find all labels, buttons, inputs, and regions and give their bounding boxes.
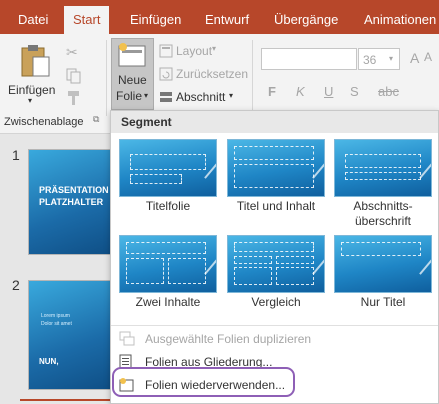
placeholder-box: [341, 242, 421, 256]
layout-caption: Titelfolie: [145, 199, 191, 213]
placeholder-box: [234, 242, 314, 252]
shrink-font-icon[interactable]: A: [424, 50, 432, 64]
new-slide-icon: [118, 43, 146, 67]
menu-item-duplicate-slides[interactable]: Ausgewählte Folien duplizieren: [145, 332, 311, 346]
slide-footer-text: NUN,: [39, 357, 59, 366]
tab-animationen[interactable]: Animationen: [364, 0, 436, 34]
layout-button[interactable]: Layout: [176, 44, 212, 58]
strikethrough-icon[interactable]: abc: [378, 84, 399, 99]
dialog-launcher-icon[interactable]: ⧉: [93, 114, 99, 125]
tab-datei[interactable]: Datei: [18, 0, 48, 34]
new-slide-button[interactable]: Neue Folie ▾: [111, 38, 154, 110]
font-size-dropdown-icon[interactable]: ▾: [389, 54, 393, 63]
format-painter-icon[interactable]: [66, 90, 82, 105]
slide-thumbnail[interactable]: Lorem ipsum Dolor sit amet NUN,: [28, 280, 112, 390]
layout-caption: Vergleich: [251, 295, 301, 309]
new-slide-dropdown-icon: ▾: [144, 91, 149, 100]
placeholder-box: [345, 172, 421, 180]
layout-thumb-nur-titel[interactable]: [334, 235, 432, 293]
layout-thumb-vergleich[interactable]: [227, 235, 325, 293]
new-slide-label-1: Neue: [118, 73, 147, 87]
paste-button[interactable]: Einfügen ▾: [6, 42, 60, 106]
placeholder-box: [126, 242, 206, 254]
clipboard-group-label: Zwischenablage: [4, 116, 84, 128]
cut-icon[interactable]: ✂: [66, 44, 82, 60]
layout-dropdown-icon: ▾: [212, 44, 217, 53]
placeholder-box: [234, 164, 314, 188]
ribbon-tab-bar: Datei Start Einfügen Entwurf Übergänge A…: [0, 0, 439, 34]
italic-icon[interactable]: K: [296, 84, 305, 99]
layout-caption: Nur Titel: [360, 295, 406, 309]
layout-thumb-titel-und-inhalt[interactable]: [227, 139, 325, 197]
underline-icon[interactable]: U: [324, 84, 333, 99]
font-size-value: 36: [363, 53, 377, 67]
slide-thumbnail-pane: 1 PRÄSENTATION PLATZHALTER 2 Lorem ipsum…: [0, 135, 112, 404]
menu-separator: [111, 325, 438, 326]
decor-line: [419, 140, 431, 179]
new-slide-dropdown: Segment Titelfolie Titel und Inhalt Absc…: [110, 110, 439, 404]
powerpoint-window: Datei Start Einfügen Entwurf Übergänge A…: [0, 0, 439, 404]
section-dropdown-icon: ▾: [229, 91, 234, 100]
new-slide-label-2: Folie: [116, 89, 143, 103]
placeholder-box: [276, 267, 314, 285]
placeholder-box: [276, 256, 314, 264]
section-button[interactable]: Abschnitt: [176, 90, 225, 104]
group-separator: [252, 40, 253, 116]
duplicate-slides-icon: [119, 331, 135, 347]
paste-dropdown-icon[interactable]: ▾: [28, 96, 32, 105]
layout-thumb-titelfolie[interactable]: [119, 139, 217, 197]
paste-label: Einfügen: [8, 83, 56, 97]
decor-line: [312, 236, 324, 275]
decor-line: [419, 236, 431, 275]
insertion-marker: [20, 399, 112, 401]
annotation-highlight: [112, 367, 295, 397]
placeholder-box: [130, 154, 206, 170]
bold-icon[interactable]: F: [268, 84, 276, 99]
tab-einfuegen[interactable]: Einfügen: [130, 0, 181, 34]
slide-number: 2: [12, 277, 20, 293]
reset-icon: [159, 67, 175, 81]
placeholder-box: [234, 146, 314, 160]
placeholder-box: [234, 267, 272, 285]
font-name-box[interactable]: [261, 48, 357, 70]
clipboard-icon: [21, 45, 50, 77]
placeholder-box: [126, 258, 164, 284]
slide-number: 1: [12, 147, 20, 163]
reset-button[interactable]: Zurücksetzen: [176, 67, 248, 81]
tab-uebergaenge[interactable]: Übergänge: [274, 0, 338, 34]
slide-bullet: Dolor sit amet: [41, 321, 72, 327]
layout-group-heading: Segment: [111, 111, 438, 133]
placeholder-box: [130, 174, 182, 184]
placeholder-box: [345, 154, 421, 168]
tab-start[interactable]: Start: [64, 6, 110, 34]
layout-thumb-abschnittsueberschrift[interactable]: [334, 139, 432, 197]
layout-icon: [159, 44, 175, 58]
layout-caption: Titel und Inhalt: [236, 199, 316, 213]
decor-line: [312, 140, 324, 179]
section-icon: [159, 90, 175, 104]
tab-entwurf[interactable]: Entwurf: [205, 0, 249, 34]
placeholder-box: [168, 258, 206, 284]
slide-title: PRÄSENTATION PLATZHALTER: [39, 185, 109, 207]
layout-caption: Abschnitts- überschrift: [353, 199, 413, 228]
copy-icon[interactable]: [66, 68, 82, 84]
group-separator: [106, 40, 107, 116]
slide-bullet: Lorem ipsum: [41, 313, 70, 319]
grow-font-icon[interactable]: A: [410, 50, 419, 66]
slide-thumbnail[interactable]: PRÄSENTATION PLATZHALTER: [28, 149, 112, 255]
font-size-box[interactable]: 36 ▾: [358, 48, 400, 70]
layout-caption: Zwei Inhalte: [135, 295, 201, 309]
layout-thumb-zwei-inhalte[interactable]: [119, 235, 217, 293]
shadow-icon[interactable]: S: [350, 84, 359, 99]
placeholder-box: [234, 256, 272, 264]
decor-line: [204, 140, 216, 179]
decor-line: [204, 236, 216, 275]
